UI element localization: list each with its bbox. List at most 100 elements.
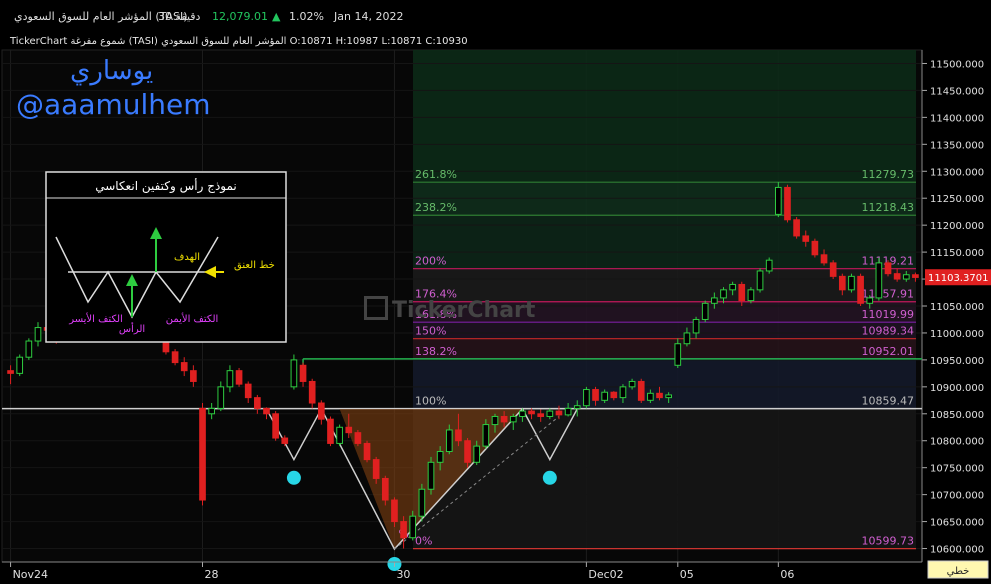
fib-value-label: 10952.01 [862,345,915,358]
candle-body [537,413,545,417]
candle-body [729,283,736,291]
candle-body [482,424,490,447]
candle-body [345,426,353,434]
candle-body [592,389,599,401]
candle-body [418,488,426,517]
candle-body [546,410,554,417]
y-tick-label: 10950.000 [930,356,984,367]
change-percent: 1.02% [289,10,324,23]
candle-body [912,274,919,278]
ohlc-line: TickerChart شموع مفرغة (TASI) المؤشر الع… [10,36,468,47]
candle-body [281,437,289,444]
candle-body [875,262,883,299]
candle-body [34,327,42,342]
x-tick-label: 05 [680,568,694,581]
pattern-neckline-label: خط العنق [234,260,275,271]
fib-value-label: 11019.99 [862,308,915,321]
candle-body [336,426,343,444]
y-tick-label: 10800.000 [930,437,984,448]
y-tick-label: 11150.000 [930,248,984,259]
candle-body [811,240,819,256]
fib-zone-top [413,50,916,183]
pattern-diagram: نموذج رأس وكتفين انعكاسي الهدف خط العنق الك… [45,171,287,343]
candle-body [637,380,645,401]
candle-body [25,340,33,358]
candle-body [528,410,535,415]
candle-body [674,343,682,366]
candle-body [199,407,206,501]
candle-body [756,270,764,291]
candle-body [473,445,481,463]
fib-value-label: 10599.73 [862,535,915,548]
fib-zone [413,358,916,409]
candle-body [427,461,435,490]
candle-body [254,397,261,409]
candle-body [244,383,252,399]
y-tick-label: 10850.000 [930,410,984,421]
candle-body [564,407,572,416]
y-tick-label: 11200.000 [930,221,984,232]
candle-body [354,432,362,444]
candle-body [665,394,672,399]
fib-ratio-label: 0% [415,535,432,548]
y-tick-label: 10900.000 [930,383,984,394]
candle-body [866,297,874,304]
fib-value-label: 10859.47 [862,395,915,408]
y-tick-label: 11000.000 [930,329,984,340]
y-tick-label: 11450.000 [930,86,984,97]
candle-body [683,332,691,345]
candle-body [793,219,800,237]
candle-body [711,297,718,304]
candle-body [519,410,526,417]
candle-body [445,429,453,453]
candle-body [509,415,517,423]
candle-body [308,380,316,404]
chart-header: Jan 14, 2022 1.02% ▲ 12,079.01 30 دقيقة … [0,0,991,34]
y-tick-label: 11400.000 [930,113,984,124]
candle-body [884,262,892,275]
candle-body [317,402,325,420]
candle-body [381,477,389,501]
candle-body [217,386,225,409]
candle-body [272,413,279,439]
candle-body [436,451,444,463]
candle-body [692,318,700,334]
pattern-head-label: الرأس [119,322,145,335]
fib-zone [413,215,916,269]
watermark-name: يوساري [70,56,154,86]
y-tick-label: 10650.000 [930,518,984,529]
tickerchart-logo-icon [364,296,388,320]
x-tick-label: Dec02 [588,568,623,581]
candle-body [701,302,709,320]
candle-body [555,410,563,416]
candle-body [829,262,837,277]
candle-body [765,259,773,272]
candle-body [500,415,508,423]
candle-body [619,386,627,399]
symbol-title[interactable]: المؤشر العام للسوق السعودي (TASI) [14,10,188,23]
candle-body [180,362,188,372]
candle-body [893,273,901,280]
candle-body [583,389,590,407]
y-tick-label: 10700.000 [930,491,984,502]
y-tick-label: 11350.000 [930,140,984,151]
candle-body [656,392,663,399]
fib-ratio-label: 238.2% [415,201,457,214]
candle-body [208,407,215,415]
up-arrow-icon: ▲ [272,10,281,23]
x-tick-label: Nov24 [13,568,48,581]
candle-body [857,275,864,304]
candle-body [290,359,298,388]
y-tick-label: 11250.000 [930,194,984,205]
fib-value-label: 11279.73 [862,168,915,181]
pattern-marker-dot [542,470,557,485]
last-price-tag-label: 11103.3701 [928,273,988,284]
candle-body [784,186,791,221]
candle-body [190,370,197,382]
pattern-left-shoulder-label: الكتف الأيسر [68,312,123,325]
candle-body [848,275,855,291]
y-tick-label: 10750.000 [930,464,984,475]
x-tick-label: 28 [205,568,219,581]
candle-body [327,418,334,444]
watermark-handle: @aaamulhem [16,88,211,121]
